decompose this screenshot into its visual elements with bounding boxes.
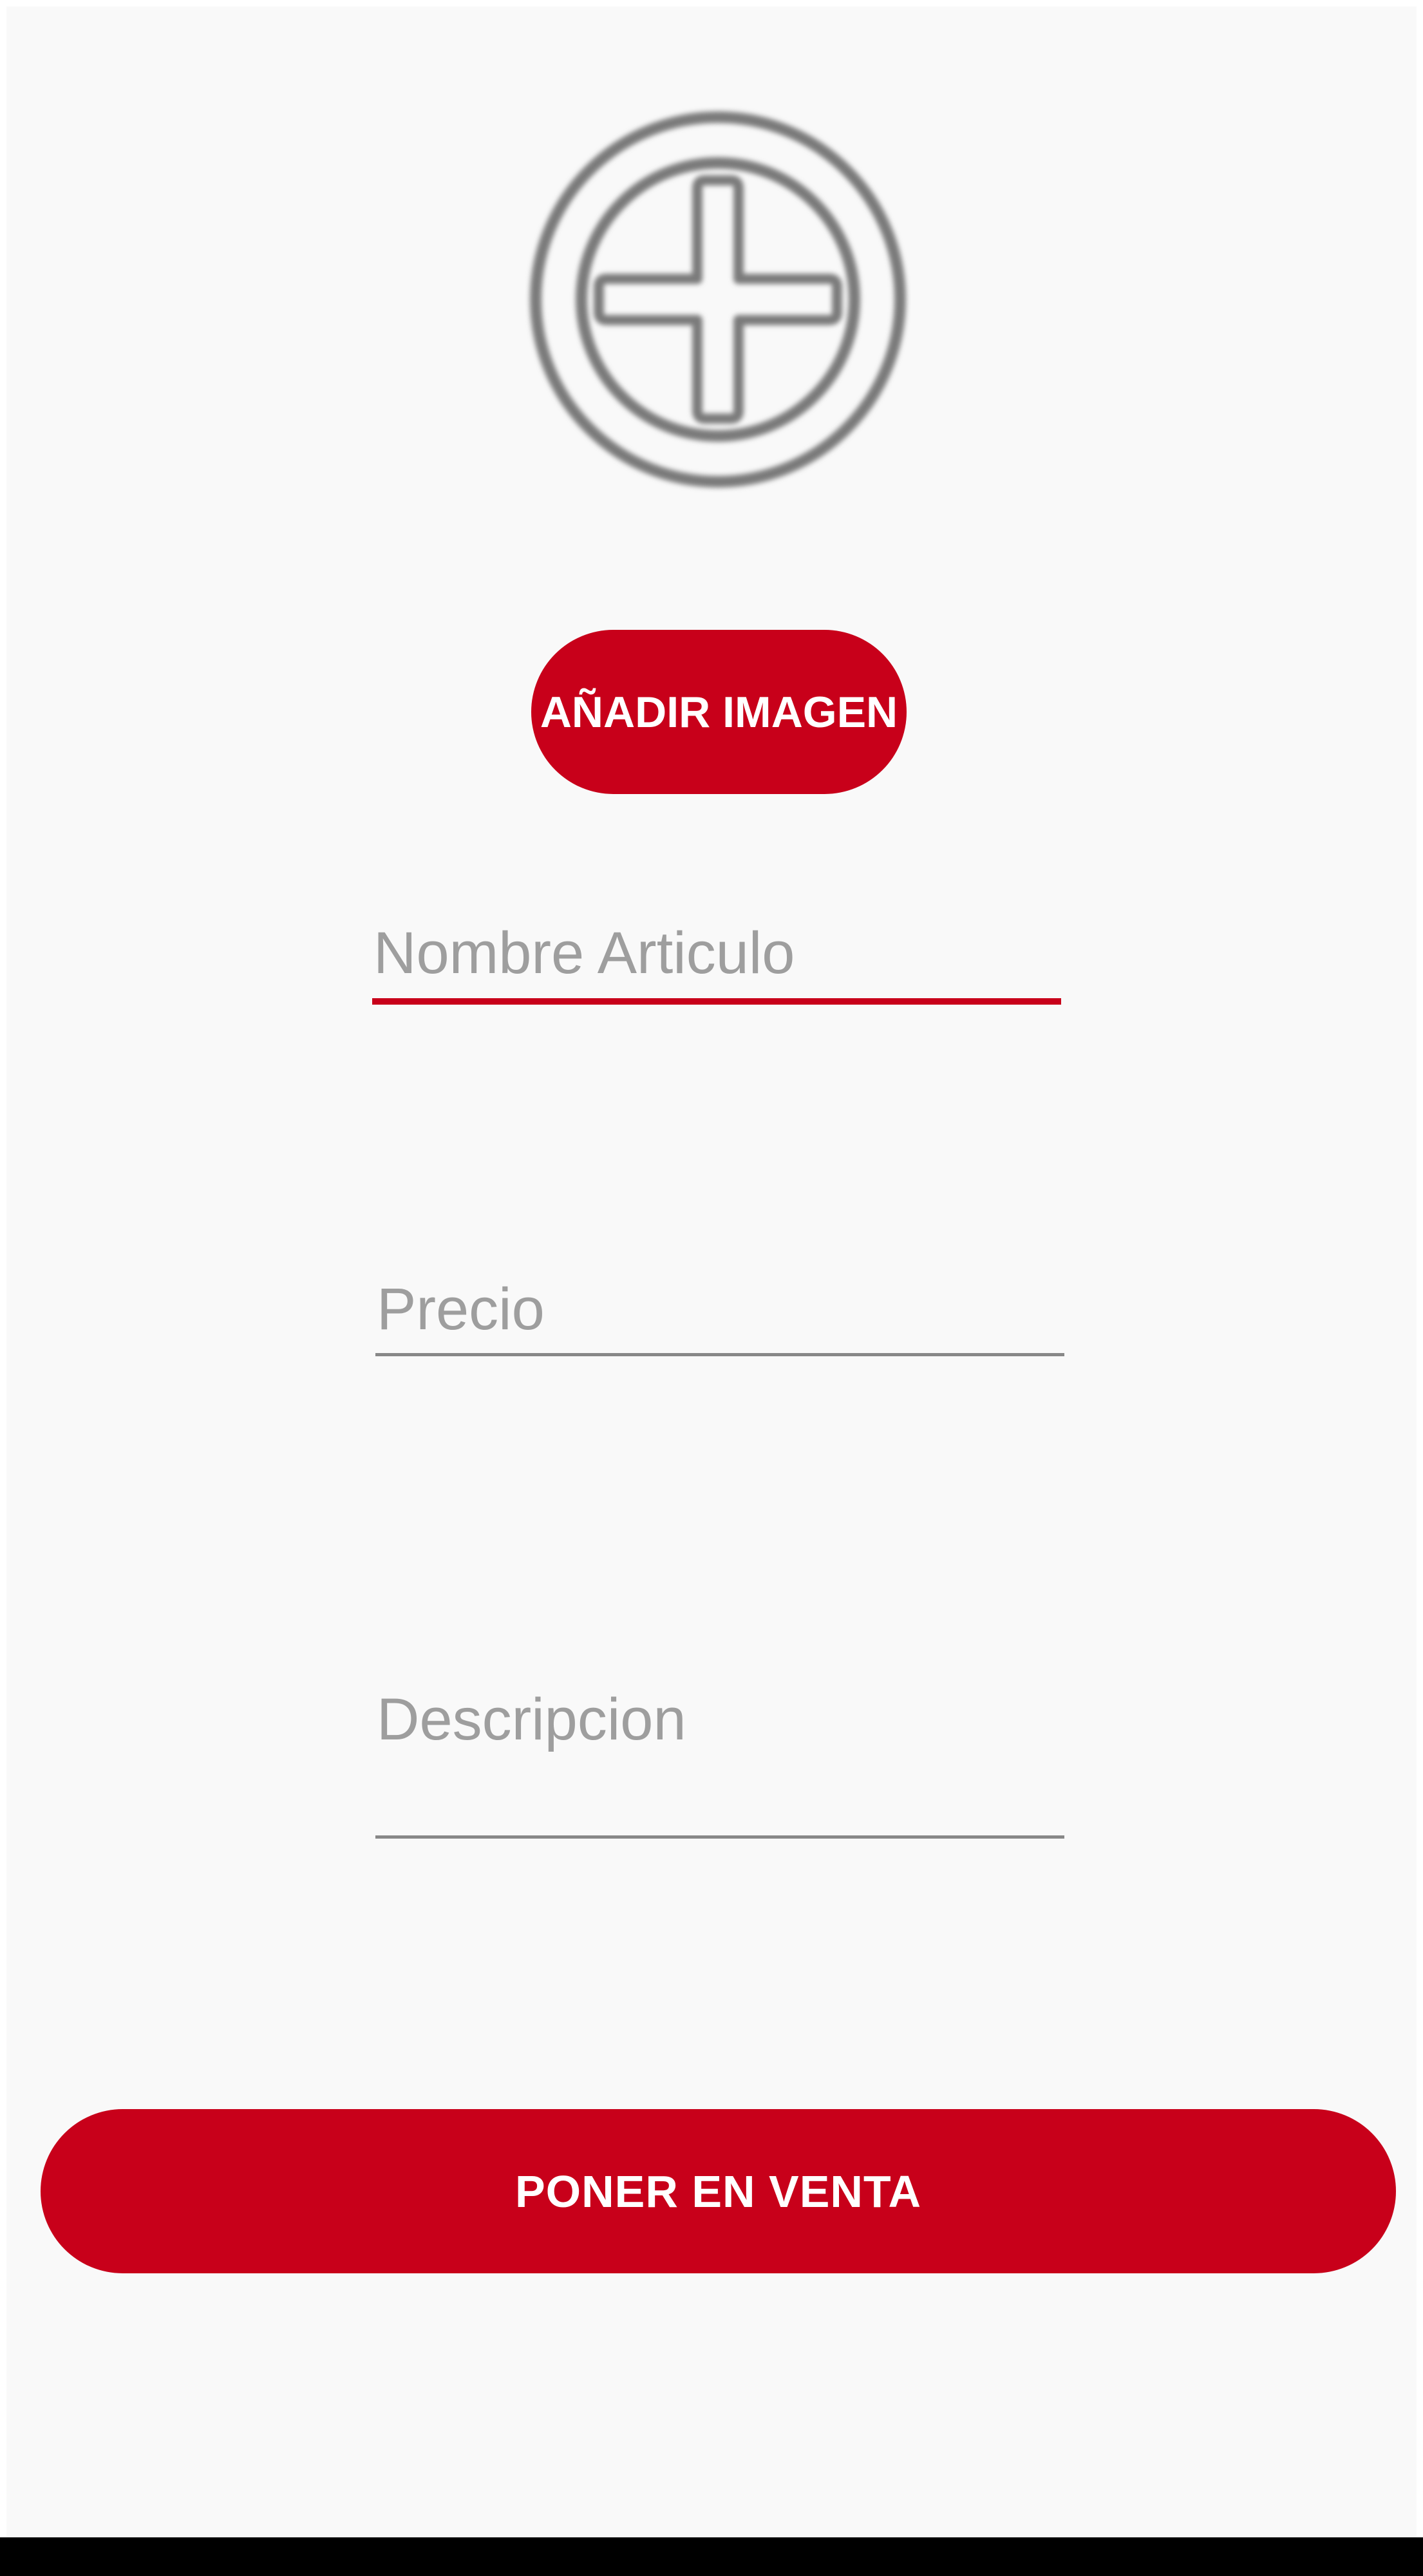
sell-item-screen: AÑADIR IMAGEN PONER EN VENTA	[6, 6, 1417, 2537]
description-input[interactable]	[375, 1681, 1064, 1829]
price-underline	[375, 1353, 1064, 1356]
item-name-underline	[372, 998, 1061, 1005]
item-name-field	[372, 914, 1061, 1005]
put-on-sale-button[interactable]: PONER EN VENTA	[41, 2109, 1396, 2273]
description-underline	[375, 1835, 1064, 1839]
item-name-input[interactable]	[372, 914, 1061, 992]
price-field	[375, 1271, 1064, 1356]
price-input[interactable]	[375, 1271, 1064, 1348]
add-circle-icon	[530, 111, 906, 488]
system-navigation-bar	[0, 2537, 1423, 2576]
description-field	[375, 1681, 1064, 1839]
add-image-button[interactable]: AÑADIR IMAGEN	[531, 630, 907, 794]
add-image-icon[interactable]	[525, 106, 911, 493]
